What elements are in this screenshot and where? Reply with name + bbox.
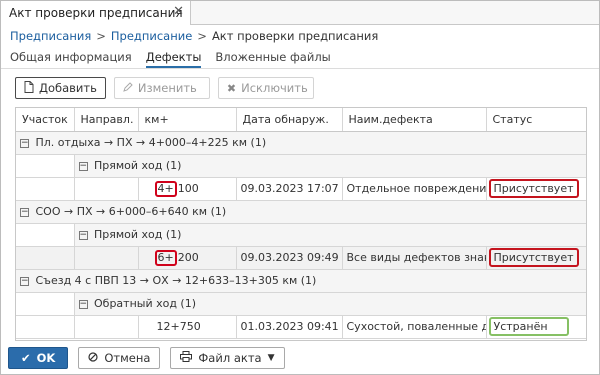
collapse-icon[interactable]: − <box>20 276 29 286</box>
tab-attached-files[interactable]: Вложенные файлы <box>215 50 330 68</box>
date-cell: 09.03.2023 17:07 <box>236 177 343 201</box>
group-label: Пл. отдыха → ПХ → 4+000–4+225 км (1) <box>35 136 267 149</box>
group-label: СОО → ПХ → 6+000–6+640 км (1) <box>35 205 227 218</box>
cancel-button-label: Отмена <box>104 351 151 365</box>
subgroup-label: Прямой ход (1) <box>94 159 182 172</box>
column-header-km[interactable]: км+ <box>138 108 237 132</box>
edit-button-label: Изменить <box>137 81 197 95</box>
group-row[interactable]: − Съезд 4 с ПВП 13 → ОХ → 12+633–13+305 … <box>16 269 586 293</box>
collapse-icon[interactable]: − <box>20 207 29 217</box>
subgroup-label: Прямой ход (1) <box>94 228 182 241</box>
table-row[interactable]: 6+ 200 09.03.2023 09:49 Все виды дефектов… <box>16 246 586 270</box>
defects-grid: Участок Направл. км+ Дата обнаруж. Наим.… <box>15 107 587 341</box>
breadcrumb-current: Акт проверки предписания <box>211 29 379 43</box>
breadcrumb-link-prescription[interactable]: Предписание <box>111 29 192 43</box>
ok-button[interactable]: ✔ OK <box>8 347 69 369</box>
cancel-button[interactable]: Отмена <box>78 347 161 369</box>
subgroup-row[interactable]: − Обратный ход (1) <box>16 292 586 316</box>
defect-cell: Сухостой, поваленные де <box>342 315 487 339</box>
tab-strip: Акт проверки предписания ✕ <box>1 1 599 25</box>
printer-icon <box>180 351 193 365</box>
defect-cell: Все виды дефектов знако <box>342 246 487 270</box>
km-prefix-highlight: 4+ <box>154 180 177 197</box>
km-rest: 100 <box>177 181 199 195</box>
group-row[interactable]: − СОО → ПХ → 6+000–6+640 км (1) <box>16 200 586 224</box>
section-tabs: Общая информация Дефекты Вложенные файлы <box>10 50 345 68</box>
status-badge: Присутствует <box>488 179 579 198</box>
document-tab[interactable]: Акт проверки предписания ✕ <box>1 1 191 25</box>
exclude-button[interactable]: ✖ Исключить <box>217 77 314 99</box>
group-label: Съезд 4 с ПВП 13 → ОХ → 12+633–13+305 км… <box>35 274 317 287</box>
status-cell: Устранён <box>486 315 586 339</box>
date-cell: 09.03.2023 09:49 <box>236 246 343 270</box>
document-tab-title: Акт проверки предписания <box>9 6 183 20</box>
subgroup-row[interactable]: − Прямой ход (1) <box>16 223 586 247</box>
x-icon: ✖ <box>226 81 237 95</box>
tab-general-info[interactable]: Общая информация <box>10 50 132 68</box>
dialog-footer: ✔ OK Отмена Файл акта ▼ <box>8 347 295 369</box>
add-button-label: Добавить <box>39 81 97 95</box>
collapse-icon[interactable]: − <box>78 299 88 309</box>
status-cell: Присутствует <box>486 177 586 201</box>
defect-cell: Отдельное повреждение <box>342 177 487 201</box>
km-prefix-highlight: 6+ <box>154 249 177 266</box>
grid-header-row: Участок Направл. км+ Дата обнаруж. Наим.… <box>16 108 586 132</box>
column-header-section[interactable]: Участок <box>16 108 75 132</box>
status-badge: Устранён <box>488 317 569 336</box>
status-cell: Присутствует <box>486 246 586 270</box>
km-cell: 6+ 200 <box>138 246 237 270</box>
toolbar: Добавить Изменить ✖ Исключить <box>15 77 322 99</box>
pencil-icon <box>123 81 133 95</box>
checkmark-icon: ✔ <box>21 351 31 365</box>
edit-button[interactable]: Изменить <box>113 77 210 99</box>
exclude-button-label: Исключить <box>241 81 308 95</box>
close-icon[interactable]: ✕ <box>173 4 184 19</box>
breadcrumb-separator: > <box>197 29 207 43</box>
tabs-divider <box>1 68 599 69</box>
column-header-status[interactable]: Статус <box>486 108 586 132</box>
table-row[interactable]: 4+ 100 09.03.2023 17:07 Отдельное поврежд… <box>16 177 586 201</box>
column-header-date[interactable]: Дата обнаруж. <box>236 108 343 132</box>
tab-defects[interactable]: Дефекты <box>145 50 202 68</box>
status-badge: Присутствует <box>488 248 579 267</box>
chevron-down-icon: ▼ <box>267 353 275 363</box>
collapse-icon[interactable]: − <box>78 230 88 240</box>
table-row[interactable]: 12+750 01.03.2023 09:41 Сухостой, повале… <box>16 315 586 339</box>
group-row[interactable]: − Пл. отдыха → ПХ → 4+000–4+225 км (1) <box>16 131 586 155</box>
dialog-window: Акт проверки предписания ✕ Предписания >… <box>0 0 600 375</box>
cancel-icon <box>88 351 98 365</box>
column-header-direction[interactable]: Направл. <box>74 108 139 132</box>
breadcrumb: Предписания > Предписание > Акт проверки… <box>10 28 378 44</box>
collapse-icon[interactable]: − <box>78 161 88 171</box>
breadcrumb-link-prescriptions[interactable]: Предписания <box>10 29 91 43</box>
km-cell: 4+ 100 <box>138 177 237 201</box>
subgroup-label: Обратный ход (1) <box>94 297 197 310</box>
report-file-button-label: Файл акта <box>198 351 262 365</box>
column-header-defect[interactable]: Наим.дефекта <box>342 108 487 132</box>
breadcrumb-separator: > <box>96 29 106 43</box>
subgroup-row[interactable]: − Прямой ход (1) <box>16 154 586 178</box>
km-cell: 12+750 <box>138 315 237 339</box>
document-add-icon <box>24 80 34 96</box>
ok-button-label: OK <box>36 351 56 365</box>
date-cell: 01.03.2023 09:41 <box>236 315 343 339</box>
collapse-icon[interactable]: − <box>20 138 29 148</box>
km-rest: 200 <box>177 250 199 264</box>
report-file-button[interactable]: Файл акта ▼ <box>170 347 285 369</box>
add-button[interactable]: Добавить <box>15 77 106 99</box>
